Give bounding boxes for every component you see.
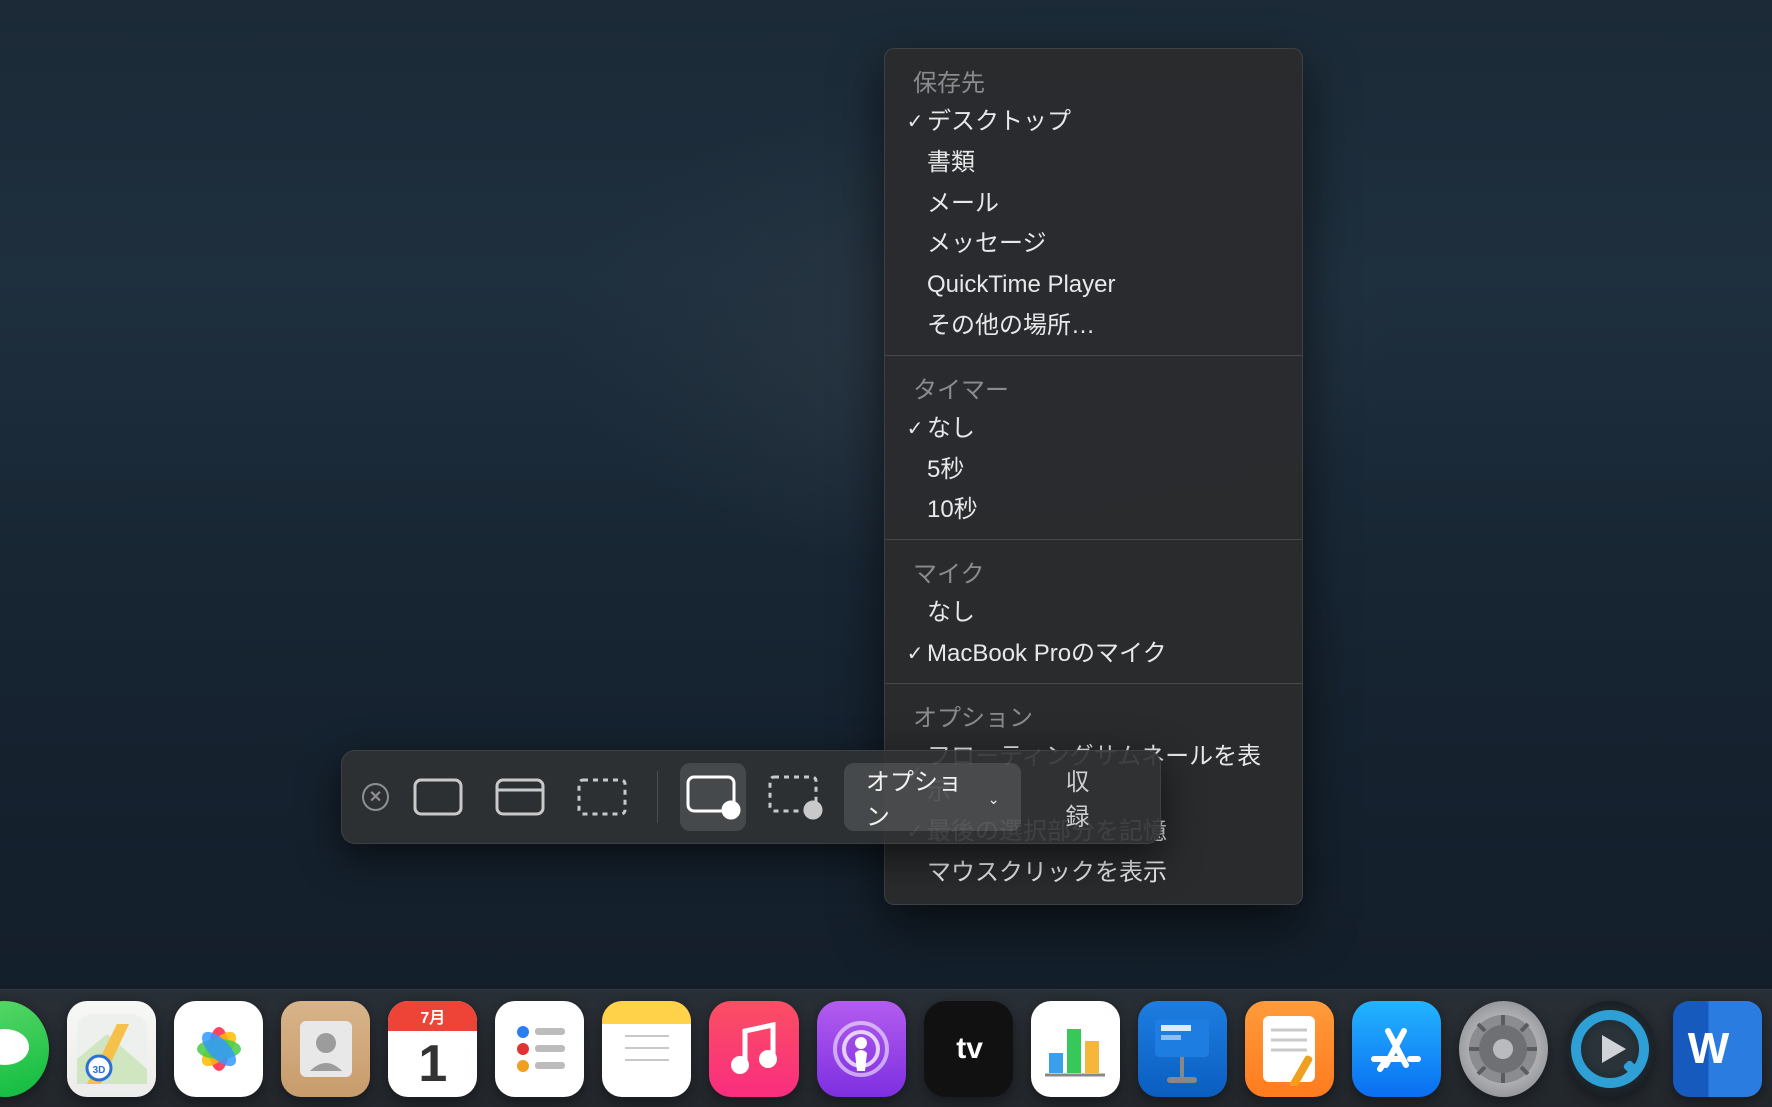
menu-header-microphone: マイク — [885, 548, 1302, 593]
dock-app-contacts[interactable] — [281, 1001, 370, 1097]
tv-label: tv — [956, 1032, 983, 1066]
menu-header-save-to: 保存先 — [885, 57, 1302, 102]
word-label: W — [1688, 1024, 1730, 1074]
record-entire-screen-icon — [685, 774, 741, 820]
notes-icon — [617, 1024, 677, 1074]
check-icon: ✓ — [903, 415, 927, 444]
dock-app-notes[interactable] — [602, 1001, 691, 1097]
capture-selection-button[interactable] — [569, 763, 635, 831]
record-button[interactable]: 収録 — [1037, 763, 1140, 831]
dock-app-podcasts[interactable] — [817, 1001, 906, 1097]
close-button[interactable]: ✕ — [362, 783, 389, 811]
appstore-icon — [1366, 1019, 1426, 1079]
menu-item-other-location[interactable]: ✓その他の場所… — [885, 306, 1302, 347]
dock-app-messages[interactable] — [0, 1001, 49, 1097]
menu-separator — [885, 539, 1302, 540]
menu-item-timer-10s[interactable]: ✓10秒 — [885, 490, 1302, 531]
chevron-down-icon: ⌄ — [988, 791, 1000, 808]
contacts-icon — [294, 1017, 358, 1081]
capture-selection-icon — [576, 777, 628, 817]
menu-item-mic-none[interactable]: ✓なし — [885, 593, 1302, 634]
menu-item-timer-5s[interactable]: ✓5秒 — [885, 450, 1302, 491]
record-selection-icon — [767, 774, 823, 820]
menu-item-show-clicks[interactable]: ✓マウスクリックを表示 — [885, 853, 1302, 894]
menu-header-timer: タイマー — [885, 364, 1302, 409]
menu-item-documents[interactable]: ✓書類 — [885, 143, 1302, 184]
record-label: 収録 — [1065, 762, 1112, 832]
menu-item-mail[interactable]: ✓メール — [885, 184, 1302, 225]
menu-separator — [885, 355, 1302, 356]
capture-window-icon — [494, 777, 546, 817]
check-icon: ✓ — [903, 108, 927, 137]
menu-header-options: オプション — [885, 692, 1302, 737]
record-entire-screen-button[interactable] — [680, 763, 746, 831]
dock-app-calendar[interactable]: 7月 1 — [388, 1001, 477, 1097]
dock-app-pages[interactable] — [1245, 1001, 1334, 1097]
dock-app-appstore[interactable] — [1352, 1001, 1441, 1097]
menu-item-mic-macbook[interactable]: ✓MacBook Proのマイク — [885, 634, 1302, 675]
dock-app-system-preferences[interactable] — [1459, 1001, 1548, 1097]
menu-item-messages[interactable]: ✓メッセージ — [885, 224, 1302, 265]
dock: 3D 7月 1 tv — [0, 989, 1772, 1107]
close-icon: ✕ — [369, 787, 382, 807]
capture-entire-screen-button[interactable] — [405, 763, 471, 831]
podcasts-icon — [829, 1017, 893, 1081]
options-label: オプション — [866, 762, 982, 832]
dock-app-maps[interactable]: 3D — [67, 1001, 156, 1097]
dock-app-music[interactable] — [709, 1001, 798, 1097]
messages-icon — [0, 1025, 32, 1073]
numbers-icon — [1043, 1019, 1107, 1079]
keynote-icon — [1147, 1011, 1217, 1087]
menu-item-timer-none[interactable]: ✓なし — [885, 409, 1302, 450]
menu-item-desktop[interactable]: ✓デスクトップ — [885, 102, 1302, 143]
toolbar-divider — [657, 771, 658, 823]
music-icon — [729, 1021, 779, 1077]
gear-icon — [1464, 1010, 1542, 1088]
dock-app-keynote[interactable] — [1138, 1001, 1227, 1097]
pages-icon — [1257, 1012, 1321, 1086]
dock-app-tv[interactable]: tv — [924, 1001, 1013, 1097]
options-button[interactable]: オプション ⌄ — [844, 763, 1022, 831]
quicktime-icon — [1570, 1009, 1650, 1089]
menu-item-quicktime[interactable]: ✓QuickTime Player — [885, 265, 1302, 306]
maps-icon: 3D — [77, 1014, 147, 1084]
dock-app-word[interactable]: W — [1673, 1001, 1762, 1097]
reminders-icon — [507, 1016, 573, 1082]
svg-text:3D: 3D — [92, 1065, 105, 1076]
dock-app-quicktime[interactable] — [1566, 1001, 1655, 1097]
menu-separator — [885, 683, 1302, 684]
calendar-day: 1 — [388, 1031, 477, 1097]
check-icon: ✓ — [903, 640, 927, 669]
dock-app-reminders[interactable] — [495, 1001, 584, 1097]
dock-app-photos[interactable] — [174, 1001, 263, 1097]
capture-entire-screen-icon — [412, 777, 464, 817]
screenshot-toolbar: ✕ オプション ⌄ 収録 — [341, 750, 1161, 844]
capture-window-button[interactable] — [487, 763, 553, 831]
calendar-month: 7月 — [388, 1001, 477, 1031]
dock-app-numbers[interactable] — [1031, 1001, 1120, 1097]
record-selection-button[interactable] — [762, 763, 828, 831]
photos-icon — [187, 1017, 251, 1081]
